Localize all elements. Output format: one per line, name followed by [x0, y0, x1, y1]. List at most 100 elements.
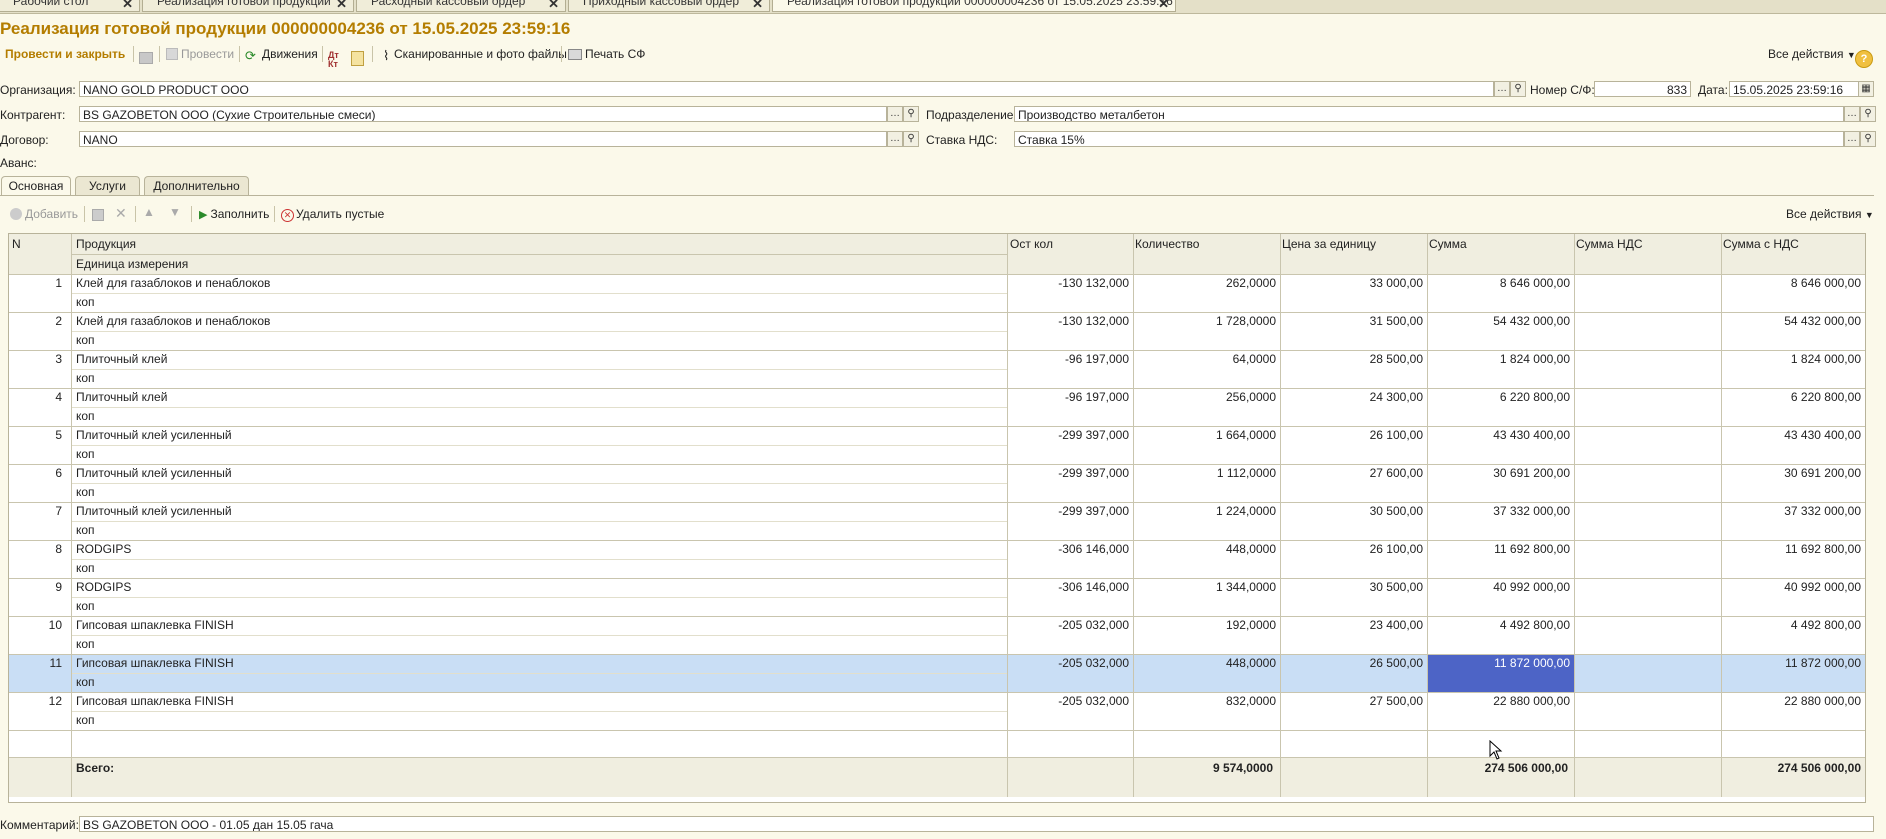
sf-number-field[interactable]: 833 [1594, 81, 1691, 97]
movements-button[interactable]: ⟳ Движения [245, 44, 318, 64]
row-unit[interactable]: коп [76, 371, 1001, 385]
row-unit[interactable]: коп [76, 637, 1001, 651]
row-sum[interactable]: 4 492 800,00 [1427, 618, 1574, 632]
tab-main[interactable]: Основная [1, 176, 71, 196]
ellipsis-icon[interactable]: … [887, 131, 903, 147]
row-number[interactable]: 9 [9, 580, 66, 594]
row-product[interactable]: Клей для газаблоков и пенаблоков [76, 314, 1001, 328]
row-number[interactable]: 10 [9, 618, 66, 632]
row-stock[interactable]: -306 146,000 [1007, 580, 1133, 594]
search-icon[interactable]: ⚲ [903, 131, 919, 147]
row-product[interactable]: Плиточный клей [76, 390, 1001, 404]
row-unit[interactable]: коп [76, 447, 1001, 461]
row-price[interactable]: 24 300,00 [1280, 390, 1427, 404]
row-price[interactable]: 27 500,00 [1280, 694, 1427, 708]
row-number[interactable]: 2 [9, 314, 66, 328]
report-icon[interactable] [351, 51, 364, 66]
row-price[interactable]: 23 400,00 [1280, 618, 1427, 632]
row-qty[interactable]: 256,0000 [1133, 390, 1280, 404]
row-sum[interactable]: 43 430 400,00 [1427, 428, 1574, 442]
all-actions-menu[interactable]: Все действия ▼ [1768, 44, 1856, 64]
row-price[interactable]: 30 500,00 [1280, 580, 1427, 594]
row-stock[interactable]: -96 197,000 [1007, 352, 1133, 366]
col-header-sum[interactable]: Сумма [1429, 237, 1467, 251]
window-tab-sales[interactable]: Реализация готовой продукции ✕ [142, 0, 354, 12]
delete-icon[interactable]: ✕ [115, 205, 127, 222]
row-total[interactable]: 22 880 000,00 [1721, 694, 1865, 708]
tab-services[interactable]: Услуги [75, 176, 140, 195]
row-total[interactable]: 11 692 800,00 [1721, 542, 1865, 556]
row-price[interactable]: 33 000,00 [1280, 276, 1427, 290]
row-sum[interactable]: 40 992 000,00 [1427, 580, 1574, 594]
row-total[interactable]: 4 492 800,00 [1721, 618, 1865, 632]
row-number[interactable]: 8 [9, 542, 66, 556]
close-icon[interactable]: ✕ [1158, 0, 1169, 11]
row-product[interactable]: Гипсовая шпаклевка FINISH [76, 618, 1001, 632]
row-number[interactable]: 3 [9, 352, 66, 366]
row-qty[interactable]: 1 224,0000 [1133, 504, 1280, 518]
row-total[interactable]: 11 872 000,00 [1721, 656, 1865, 670]
row-sum[interactable]: 6 220 800,00 [1427, 390, 1574, 404]
row-price[interactable]: 31 500,00 [1280, 314, 1427, 328]
row-number[interactable]: 6 [9, 466, 66, 480]
contractor-field[interactable]: BS GAZOBETON OOO (Сухие Строительные сме… [79, 106, 887, 122]
ellipsis-icon[interactable]: … [1494, 81, 1510, 97]
row-product[interactable]: RODGIPS [76, 580, 1001, 594]
row-total[interactable]: 54 432 000,00 [1721, 314, 1865, 328]
col-header-stock[interactable]: Ост кол [1010, 237, 1053, 251]
help-icon[interactable]: ? [1855, 50, 1873, 68]
row-unit[interactable]: коп [76, 599, 1001, 613]
col-header-qty[interactable]: Количество [1135, 237, 1199, 251]
search-icon[interactable]: ⚲ [1510, 81, 1526, 97]
close-icon[interactable]: ✕ [548, 0, 559, 11]
row-total[interactable]: 43 430 400,00 [1721, 428, 1865, 442]
post-and-close-button[interactable]: Провести и закрыть [5, 44, 125, 64]
row-unit[interactable]: коп [76, 333, 1001, 347]
row-stock[interactable]: -130 132,000 [1007, 276, 1133, 290]
row-unit[interactable]: коп [76, 523, 1001, 537]
row-sum[interactable]: 11 872 000,00 [1427, 654, 1574, 692]
copy-icon[interactable] [92, 209, 104, 221]
print-sf-button[interactable]: Печать СФ [568, 44, 645, 64]
org-field[interactable]: NANO GOLD PRODUCT OOO [79, 81, 1494, 97]
row-product[interactable]: Гипсовая шпаклевка FINISH [76, 694, 1001, 708]
fill-button[interactable]: ▶ Заполнить [199, 204, 269, 224]
row-number[interactable]: 12 [9, 694, 66, 708]
window-tab-desktop[interactable]: Рабочий стол ✕ [0, 0, 140, 12]
row-number[interactable]: 4 [9, 390, 66, 404]
row-stock[interactable]: -96 197,000 [1007, 390, 1133, 404]
window-tab-current-doc[interactable]: Реализация готовой продукции 00000000423… [772, 0, 1176, 12]
date-field[interactable]: 15.05.2025 23:59:16 [1729, 81, 1860, 97]
row-product[interactable]: Плиточный клей усиленный [76, 466, 1001, 480]
row-total[interactable]: 37 332 000,00 [1721, 504, 1865, 518]
row-product[interactable]: RODGIPS [76, 542, 1001, 556]
row-total[interactable]: 1 824 000,00 [1721, 352, 1865, 366]
row-stock[interactable]: -205 032,000 [1007, 618, 1133, 632]
row-unit[interactable]: коп [76, 485, 1001, 499]
vat-rate-field[interactable]: Ставка 15% [1014, 131, 1844, 147]
row-sum[interactable]: 37 332 000,00 [1427, 504, 1574, 518]
post-button[interactable]: Провести [166, 44, 234, 64]
table-all-actions-menu[interactable]: Все действия ▼ [1786, 204, 1874, 224]
row-qty[interactable]: 1 344,0000 [1133, 580, 1280, 594]
row-qty[interactable]: 262,0000 [1133, 276, 1280, 290]
row-stock[interactable]: -205 032,000 [1007, 656, 1133, 670]
row-product[interactable]: Плиточный клей усиленный [76, 504, 1001, 518]
row-unit[interactable]: коп [76, 713, 1001, 727]
row-sum[interactable]: 30 691 200,00 [1427, 466, 1574, 480]
row-total[interactable]: 6 220 800,00 [1721, 390, 1865, 404]
row-sum[interactable]: 11 692 800,00 [1427, 542, 1574, 556]
row-stock[interactable]: -299 397,000 [1007, 466, 1133, 480]
row-qty[interactable]: 448,0000 [1133, 656, 1280, 670]
row-price[interactable]: 27 600,00 [1280, 466, 1427, 480]
row-stock[interactable]: -130 132,000 [1007, 314, 1133, 328]
row-unit[interactable]: коп [76, 675, 1001, 689]
row-stock[interactable]: -299 397,000 [1007, 428, 1133, 442]
row-stock[interactable]: -306 146,000 [1007, 542, 1133, 556]
division-field[interactable]: Производство металбетон [1014, 106, 1844, 122]
row-price[interactable]: 26 100,00 [1280, 542, 1427, 556]
row-qty[interactable]: 1 112,0000 [1133, 466, 1280, 480]
search-icon[interactable]: ⚲ [1860, 106, 1876, 122]
comment-field[interactable]: BS GAZOBETON OOO - 01.05 дан 15.05 гача [79, 816, 1874, 832]
row-total[interactable]: 8 646 000,00 [1721, 276, 1865, 290]
